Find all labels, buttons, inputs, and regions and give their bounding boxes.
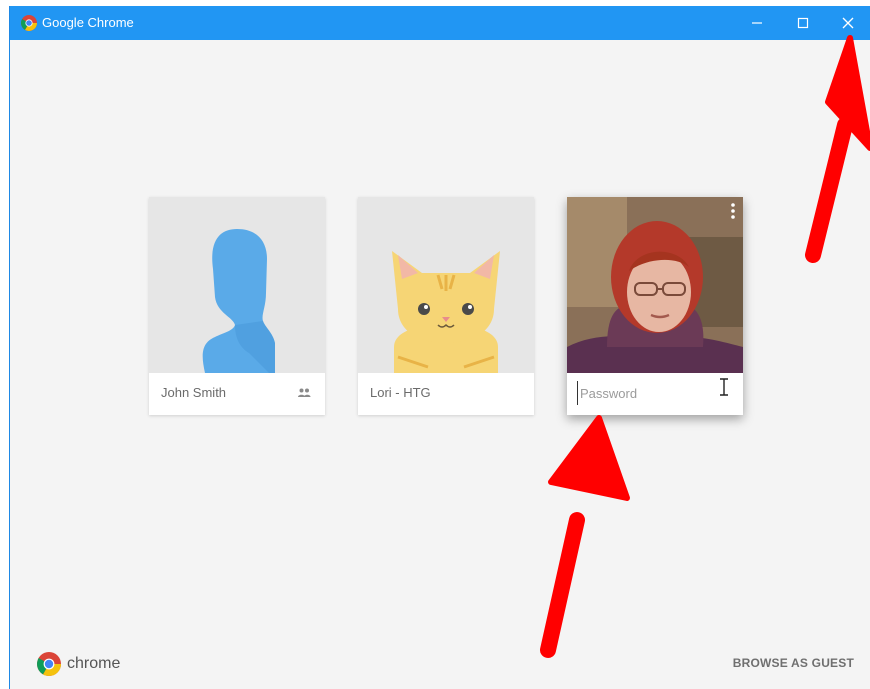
minimize-icon (752, 22, 762, 24)
chrome-logo-icon (21, 15, 37, 31)
chrome-profile-window: Google Chrome John Smith Lori - HTG chro… (9, 6, 870, 689)
maximize-button[interactable] (780, 6, 826, 40)
window-title: Google Chrome (42, 15, 134, 30)
title-bar: Google Chrome (10, 6, 870, 40)
profile-card-john-smith[interactable]: John Smith (149, 197, 325, 415)
silhouette-avatar-icon (202, 229, 275, 373)
password-input[interactable] (577, 381, 738, 405)
silhouette-avatar (149, 197, 325, 373)
kebab-menu-icon[interactable] (731, 203, 735, 219)
supervised-users-icon (298, 388, 311, 397)
text-cursor-icon (720, 378, 728, 396)
close-icon (842, 17, 854, 29)
profile-name: Lori - HTG (370, 385, 431, 400)
profile-name: John Smith (161, 385, 227, 400)
profile-card-active[interactable] (567, 197, 743, 415)
browse-as-guest-button[interactable]: BROWSE AS GUEST (733, 656, 854, 670)
user-photo-image (567, 197, 743, 373)
profile-chooser: John Smith Lori - HTG chrome BROWSE AS G… (10, 40, 870, 689)
brand-text: chrome (67, 655, 121, 672)
cat-avatar-icon (392, 251, 500, 373)
chrome-brand: chrome (37, 652, 120, 676)
chrome-logo-icon (37, 652, 61, 676)
close-button[interactable] (825, 6, 870, 40)
maximize-icon (797, 17, 809, 29)
cat-avatar (358, 197, 534, 373)
profile-card-lori-htg[interactable]: Lori - HTG (358, 197, 534, 415)
user-photo (567, 197, 743, 373)
minimize-button[interactable] (734, 6, 780, 40)
